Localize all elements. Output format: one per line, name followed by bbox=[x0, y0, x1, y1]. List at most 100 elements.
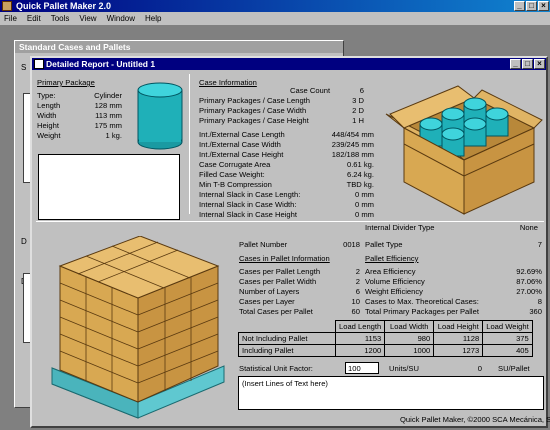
report-icon bbox=[34, 59, 44, 69]
case-dim-label: Internal Slack in Case Width: bbox=[199, 200, 297, 209]
notes-placeholder: (Insert Lines of Text here) bbox=[242, 379, 328, 388]
cases-value: 6 bbox=[355, 287, 360, 296]
su-result-units: SU/Pallet bbox=[498, 364, 530, 373]
menu-tools[interactable]: Tools bbox=[51, 12, 70, 25]
app-maximize-button[interactable]: □ bbox=[526, 1, 537, 11]
cases-value: 10 bbox=[351, 297, 360, 306]
case-dim-value: 182/188 mm bbox=[331, 150, 374, 159]
table-cell: 1153 bbox=[334, 332, 386, 345]
case-dim-label: Int./External Case Width bbox=[199, 140, 281, 149]
table-header: Load Weight bbox=[482, 320, 533, 333]
case-dim-value: TBD kg. bbox=[346, 180, 374, 189]
menu-help[interactable]: Help bbox=[145, 12, 161, 25]
pp-width-value: 113 mm bbox=[95, 111, 122, 120]
case-dim-label: Int./External Case Height bbox=[199, 150, 284, 159]
menu-file[interactable]: File bbox=[4, 12, 17, 25]
case-info-heading: Case Information bbox=[199, 78, 257, 87]
cylinder-package-icon bbox=[137, 82, 183, 150]
cases-label: Cases per Layer bbox=[239, 297, 295, 306]
pallet-type-value: 7 bbox=[537, 240, 542, 249]
divider-type-label: Internal Divider Type bbox=[365, 223, 435, 232]
efficiency-label: Cases to Max. Theoretical Cases: bbox=[365, 297, 479, 306]
efficiency-value: 27.00% bbox=[516, 287, 542, 296]
case-pp-length-label: Primary Packages / Case Length bbox=[199, 96, 311, 105]
pp-width-label: Width bbox=[37, 111, 57, 120]
cases-value: 2 bbox=[355, 277, 360, 286]
su-factor-input[interactable] bbox=[345, 362, 379, 374]
pallet-3d-view bbox=[51, 236, 225, 419]
pp-type-value: Cylinder bbox=[94, 91, 122, 100]
table-cell: 1200 bbox=[334, 344, 386, 357]
divider bbox=[36, 221, 544, 222]
case-dim-value: 239/245 mm bbox=[331, 140, 374, 149]
efficiency-value: 92.69% bbox=[516, 267, 542, 276]
report-minimize-button[interactable]: _ bbox=[510, 59, 521, 69]
efficiency-value: 360 bbox=[529, 307, 542, 316]
cases-value: 2 bbox=[355, 267, 360, 276]
app-minimize-button[interactable]: _ bbox=[514, 1, 525, 11]
efficiency-value: 8 bbox=[537, 297, 542, 306]
menu-window[interactable]: Window bbox=[107, 12, 135, 25]
su-units-label: Units/SU bbox=[389, 364, 419, 373]
case-count-value: 6 bbox=[359, 86, 364, 95]
table-row: Including Pallet 1200 1000 1273 405 bbox=[238, 344, 533, 357]
case-3d-view bbox=[385, 85, 543, 215]
pp-weight-label: Weight bbox=[37, 131, 61, 140]
divider-type-value: None bbox=[519, 223, 538, 232]
cases-value: 60 bbox=[351, 307, 360, 316]
cases-label: Cases per Pallet Length bbox=[239, 267, 321, 276]
table-header: Load Width bbox=[384, 320, 435, 333]
detailed-report-window[interactable]: Detailed Report - Untitled 1 _ □ × Prima… bbox=[30, 56, 550, 428]
pp-weight-value: 1 kg. bbox=[105, 131, 122, 140]
pallet-type-label: Pallet Type bbox=[365, 240, 403, 249]
su-factor-label: Statistical Unit Factor: bbox=[239, 364, 313, 373]
case-dim-label: Min T-B Compression bbox=[199, 180, 272, 189]
divider bbox=[189, 74, 190, 214]
primary-package-heading: Primary Package bbox=[37, 78, 95, 87]
pp-height-label: Height bbox=[37, 121, 59, 130]
cases-label: Total Cases per Pallet bbox=[239, 307, 313, 316]
primary-package-notes-box[interactable] bbox=[38, 154, 180, 220]
case-pp-length-value: 3 D bbox=[352, 96, 364, 105]
case-dim-label: Internal Slack in Case Height bbox=[199, 210, 297, 219]
table-cell: 1128 bbox=[433, 332, 484, 345]
pallet-number-label: Pallet Number bbox=[239, 240, 288, 249]
report-maximize-button[interactable]: □ bbox=[522, 59, 533, 69]
standard-cases-title: Standard Cases and Pallets bbox=[15, 41, 343, 53]
table-cell: 1273 bbox=[433, 344, 484, 357]
bg-fragment: S bbox=[21, 63, 27, 72]
bg-fragment: D bbox=[21, 237, 27, 246]
menubar: File Edit Tools View Window Help bbox=[0, 12, 550, 25]
table-cell: 405 bbox=[482, 344, 533, 357]
case-pp-width-label: Primary Packages / Case Width bbox=[199, 106, 307, 115]
pp-length-label: Length bbox=[37, 101, 61, 110]
cases-in-pallet-heading: Cases in Pallet Information bbox=[239, 254, 330, 263]
case-dim-label: Case Corrugate Area bbox=[199, 160, 271, 169]
report-title: Detailed Report - Untitled 1 bbox=[46, 59, 156, 69]
app-icon bbox=[2, 1, 12, 11]
table-cell: 980 bbox=[384, 332, 435, 345]
case-dim-label: Filled Case Weight: bbox=[199, 170, 265, 179]
efficiency-label: Area Efficiency bbox=[365, 267, 416, 276]
su-result-value: 0 bbox=[477, 364, 482, 373]
case-dim-value: 0 mm bbox=[355, 210, 374, 219]
menu-view[interactable]: View bbox=[79, 12, 96, 25]
case-dim-value: 0 mm bbox=[355, 190, 374, 199]
case-dim-label: Internal Slack in Case Length: bbox=[199, 190, 301, 199]
table-cell: 1000 bbox=[384, 344, 435, 357]
case-dim-value: 6.24 kg. bbox=[346, 170, 374, 179]
menu-edit[interactable]: Edit bbox=[27, 12, 41, 25]
report-close-button[interactable]: × bbox=[534, 59, 545, 69]
case-dim-value: 0.61 kg. bbox=[346, 160, 374, 169]
table-row-label: Not Including Pallet bbox=[238, 332, 336, 345]
efficiency-label: Volume Efficiency bbox=[365, 277, 425, 286]
efficiency-label: Total Primary Packages per Pallet bbox=[365, 307, 479, 316]
report-titlebar: Detailed Report - Untitled 1 _ □ × bbox=[32, 58, 546, 70]
pp-type-label: Type: bbox=[37, 91, 56, 100]
case-count-label: Case Count bbox=[290, 86, 331, 95]
case-pp-height-label: Primary Packages / Case Height bbox=[199, 116, 309, 125]
table-header-row: Load Length Load Width Load Height Load … bbox=[238, 320, 533, 333]
cases-label: Cases per Pallet Width bbox=[239, 277, 317, 286]
notes-textbox[interactable]: (Insert Lines of Text here) bbox=[238, 376, 544, 410]
app-close-button[interactable]: × bbox=[538, 1, 549, 11]
